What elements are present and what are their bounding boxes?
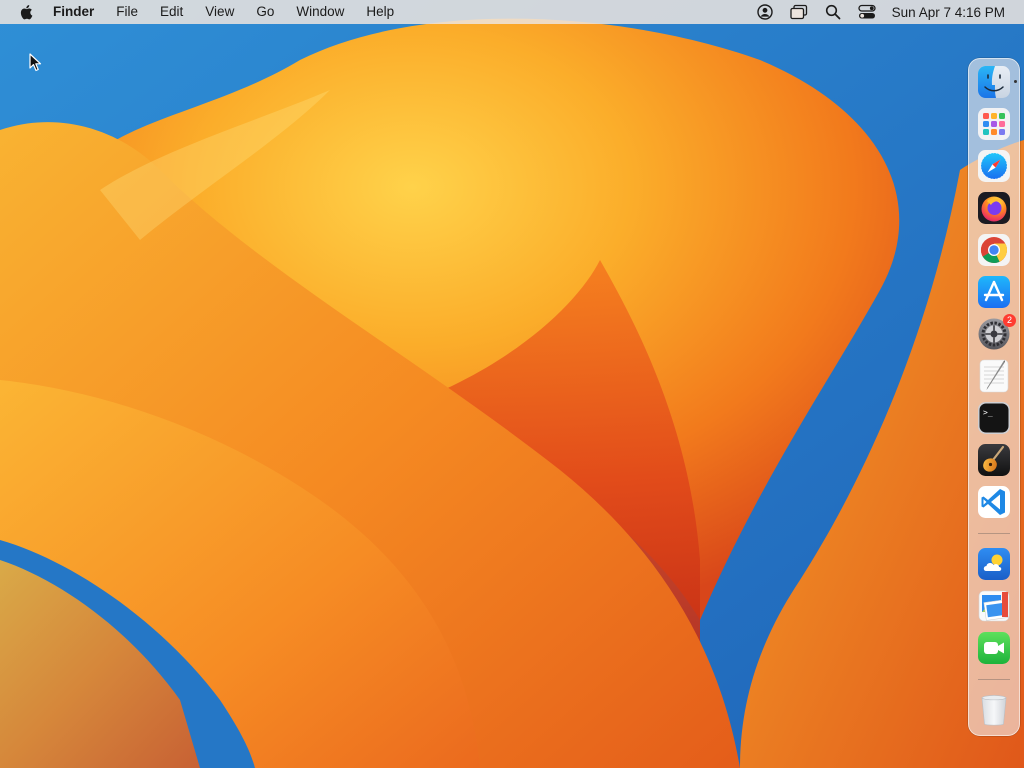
- spotlight-button[interactable]: [824, 3, 842, 21]
- garageband-icon: [978, 444, 1010, 476]
- dock-item-chrome[interactable]: [977, 233, 1011, 267]
- dock-item-terminal[interactable]: >_: [977, 401, 1011, 435]
- dock-item-facetime[interactable]: [977, 631, 1011, 665]
- vscode-icon: [978, 486, 1010, 518]
- dock-item-textedit[interactable]: [977, 359, 1011, 393]
- apple-menu-button[interactable]: [17, 2, 37, 22]
- textedit-icon: [979, 359, 1009, 393]
- finder-running-indicator: [1014, 80, 1017, 83]
- user-account-icon: [756, 4, 773, 20]
- menu-edit[interactable]: Edit: [149, 0, 194, 24]
- preview-icon: [978, 590, 1010, 622]
- screen-mirroring-icon: [790, 4, 807, 20]
- control-center-button[interactable]: [858, 3, 876, 21]
- dock-item-safari[interactable]: [977, 149, 1011, 183]
- menu-help[interactable]: Help: [355, 0, 405, 24]
- launchpad-icon: [978, 108, 1010, 140]
- menu-window[interactable]: Window: [285, 0, 355, 24]
- control-center-icon: [858, 4, 876, 19]
- dock-separator: [978, 533, 1010, 534]
- dock-item-trash[interactable]: [977, 693, 1011, 727]
- menu-bar: Finder File Edit View Go Window Help Sun…: [0, 0, 1024, 24]
- spotlight-search-icon: [825, 4, 841, 20]
- firefox-icon: [978, 192, 1010, 224]
- dock: 2 >_: [968, 58, 1020, 736]
- safari-icon: [978, 150, 1010, 182]
- finder-icon: [978, 66, 1010, 98]
- user-account-button[interactable]: [756, 3, 774, 21]
- dock-item-app-store[interactable]: [977, 275, 1011, 309]
- desktop-wallpaper: [0, 0, 1024, 768]
- menu-bar-clock[interactable]: Sun Apr 7 4:16 PM: [892, 5, 1005, 20]
- terminal-icon: >_: [978, 402, 1010, 434]
- trash-icon: [981, 695, 1007, 726]
- menu-view[interactable]: View: [194, 0, 245, 24]
- dock-item-weather[interactable]: [977, 547, 1011, 581]
- weather-icon: [978, 548, 1010, 580]
- menu-go[interactable]: Go: [245, 0, 285, 24]
- app-store-icon: [978, 276, 1010, 308]
- screen-mirroring-button[interactable]: [790, 3, 808, 21]
- menu-file[interactable]: File: [105, 0, 149, 24]
- facetime-icon: [978, 632, 1010, 664]
- dock-item-preview[interactable]: [977, 589, 1011, 623]
- dock-item-garageband[interactable]: [977, 443, 1011, 477]
- menu-bar-extras: Sun Apr 7 4:16 PM: [748, 0, 1024, 24]
- dock-item-system-settings[interactable]: 2: [977, 314, 1016, 351]
- chrome-icon: [978, 234, 1010, 266]
- dock-item-finder[interactable]: [977, 65, 1017, 99]
- svg-text:>_: >_: [983, 408, 993, 417]
- system-settings-badge: 2: [1003, 314, 1016, 327]
- dock-separator: [978, 679, 1010, 680]
- dock-item-firefox[interactable]: [977, 191, 1011, 225]
- menu-app-finder[interactable]: Finder: [51, 0, 105, 24]
- dock-item-launchpad[interactable]: [977, 107, 1011, 141]
- apple-logo-icon: [20, 5, 33, 20]
- desktop[interactable]: Finder File Edit View Go Window Help Sun…: [0, 0, 1024, 768]
- mouse-cursor-icon: [29, 53, 42, 72]
- dock-item-vscode[interactable]: [977, 485, 1011, 519]
